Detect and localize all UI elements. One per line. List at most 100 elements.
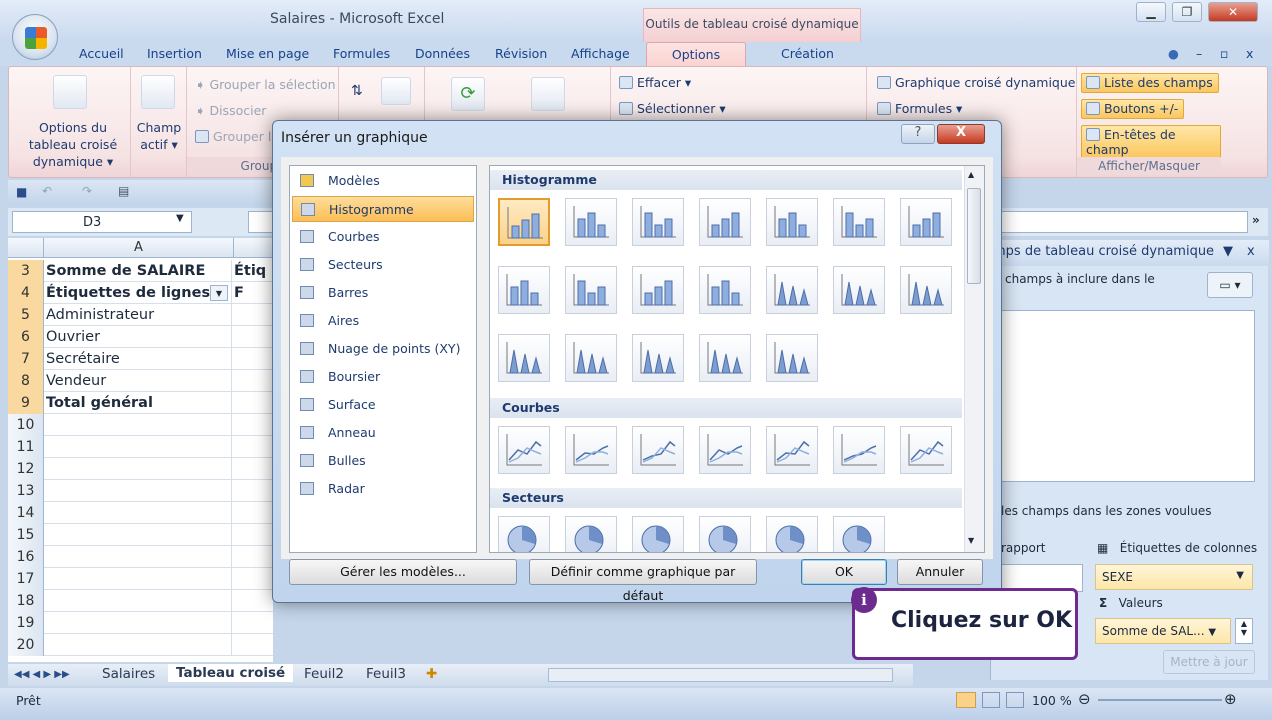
pane-menu-icon[interactable]: ▼ [1223, 244, 1233, 259]
chart-type-area[interactable]: Aires [292, 308, 474, 334]
column-chart-subtype-icon[interactable] [900, 266, 952, 314]
line-chart-subtype-icon[interactable] [699, 426, 751, 474]
column-chart-subtype-icon[interactable] [632, 198, 684, 246]
save-icon[interactable]: ■ [16, 185, 27, 199]
tab-formules[interactable]: Formules [333, 46, 390, 61]
column-chart-subtype-icon[interactable] [498, 334, 550, 382]
entetes-toggle[interactable]: En-têtes de champ [1081, 125, 1221, 160]
chart-type-doughnut[interactable]: Anneau [292, 420, 474, 446]
maximize-button[interactable]: ❐ [1172, 2, 1202, 22]
print-icon[interactable]: ▤ [118, 184, 129, 198]
chart-type-stock[interactable]: Boursier [292, 364, 474, 390]
gallery-scrollbar[interactable]: ▲ ▼ [964, 166, 984, 552]
field-somme-salaire[interactable]: Somme de SAL... ▼ [1095, 618, 1231, 644]
sort-asc-icon[interactable]: ⇅ [351, 83, 363, 99]
row-number[interactable]: 19 [8, 612, 44, 634]
tab-options[interactable]: Options [646, 42, 746, 66]
line-chart-subtype-icon[interactable] [632, 426, 684, 474]
column-chart-subtype-icon[interactable] [565, 198, 617, 246]
grouper-selection-button[interactable]: ➧ Grouper la sélection [195, 77, 336, 92]
tab-mise-en-page[interactable]: Mise en page [226, 46, 309, 61]
insert-sheet-icon[interactable]: ✚ [426, 666, 437, 682]
cell-a[interactable]: Vendeur [46, 370, 232, 392]
column-header-b[interactable] [234, 238, 273, 258]
row-number[interactable]: 15 [8, 524, 44, 546]
zoom-slider[interactable] [1098, 699, 1222, 701]
formules-button[interactable]: Formules ▾ [877, 101, 962, 116]
cell-a[interactable]: Étiquettes de lignes [46, 282, 232, 304]
tab-affichage[interactable]: Affichage [571, 46, 630, 61]
line-chart-subtype-icon[interactable] [833, 426, 885, 474]
ribbon-minimize-icon[interactable]: – [1196, 46, 1202, 61]
zoom-level[interactable]: 100 % [1032, 693, 1072, 708]
expand-formula-icon[interactable]: » [1252, 213, 1260, 227]
column-chart-subtype-icon[interactable] [632, 334, 684, 382]
chart-type-surface[interactable]: Surface [292, 392, 474, 418]
update-button[interactable]: Mettre à jour [1163, 650, 1255, 674]
manage-templates-button[interactable]: Gérer les modèles... [289, 559, 517, 585]
close-window-button[interactable]: ✕ [1208, 2, 1258, 22]
row-number[interactable]: 11 [8, 436, 44, 458]
row-number[interactable]: 5 [8, 304, 44, 326]
sheet-tab-feuil2[interactable]: Feuil2 [304, 666, 344, 682]
column-chart-subtype-icon[interactable] [766, 198, 818, 246]
cell-a[interactable] [46, 524, 232, 546]
cell-a[interactable] [46, 414, 232, 436]
row-number[interactable]: 16 [8, 546, 44, 568]
cell-b[interactable]: Étiq [234, 260, 266, 282]
filter-dropdown-icon[interactable]: ▼ [210, 285, 228, 301]
champ-actif-button[interactable]: Champ actif ▾ [135, 119, 183, 153]
tab-accueil[interactable]: Accueil [79, 46, 124, 61]
row-number[interactable]: 4 [8, 282, 44, 304]
horizontal-scrollbar[interactable] [548, 668, 893, 682]
dialog-help-button[interactable]: ? [901, 124, 935, 144]
pane-close-icon[interactable]: x [1247, 244, 1255, 259]
cancel-button[interactable]: Annuler [897, 559, 983, 585]
row-number[interactable]: 6 [8, 326, 44, 348]
sheet-tab-tableau-croise[interactable]: Tableau croisé [168, 664, 294, 682]
cell-a[interactable] [46, 634, 232, 656]
column-chart-subtype-icon[interactable] [565, 334, 617, 382]
line-chart-subtype-icon[interactable] [766, 426, 818, 474]
field-list[interactable] [1001, 310, 1255, 482]
column-chart-subtype-icon[interactable] [900, 198, 952, 246]
line-chart-subtype-icon[interactable] [900, 426, 952, 474]
worksheet-grid[interactable]: A 3 Somme de SALAIRE Étiq 4 Étiquettes de li… [8, 238, 273, 662]
cell-a[interactable]: Administrateur [46, 304, 232, 326]
chart-type-radar[interactable]: Radar [292, 476, 474, 502]
column-header-a[interactable]: A [44, 238, 234, 258]
line-chart-subtype-icon[interactable] [498, 426, 550, 474]
chart-type-bubble[interactable]: Bulles [292, 448, 474, 474]
sheet-tab-feuil3[interactable]: Feuil3 [366, 666, 406, 682]
tab-donnees[interactable]: Données [415, 46, 470, 61]
column-chart-subtype-icon[interactable] [498, 266, 550, 314]
minimize-button[interactable]: ▁ [1136, 2, 1166, 22]
column-chart-subtype-icon[interactable] [766, 334, 818, 382]
tab-revision[interactable]: Révision [495, 46, 547, 61]
column-chart-subtype-icon[interactable] [699, 266, 751, 314]
options-tableau-button[interactable]: Options du tableau croisé dynamique ▾ [15, 119, 131, 170]
page-break-icon[interactable] [1006, 692, 1024, 708]
column-chart-subtype-icon[interactable] [632, 266, 684, 314]
ribbon-restore-icon[interactable]: ▫ [1220, 46, 1228, 61]
cell-a[interactable] [46, 546, 232, 568]
cell-b[interactable]: F [234, 282, 244, 304]
page-layout-icon[interactable] [982, 692, 1000, 708]
cell-a[interactable] [46, 436, 232, 458]
pie-chart-subtype-icon[interactable] [766, 516, 818, 552]
row-number[interactable]: 18 [8, 590, 44, 612]
cell-a[interactable] [46, 480, 232, 502]
liste-champs-toggle[interactable]: Liste des champs [1081, 73, 1219, 93]
help-icon[interactable]: ● [1168, 46, 1179, 61]
column-chart-subtype-icon[interactable] [833, 266, 885, 314]
selectionner-button[interactable]: Sélectionner ▾ [619, 101, 726, 116]
values-scroll[interactable]: ▲ ▼ [1235, 618, 1253, 644]
row-number[interactable]: 8 [8, 370, 44, 392]
sheet-tab-salaires[interactable]: Salaires [102, 666, 155, 682]
column-chart-subtype-icon[interactable] [833, 198, 885, 246]
column-chart-subtype-icon[interactable] [565, 266, 617, 314]
cell-a[interactable]: Ouvrier [46, 326, 232, 348]
refresh-icon[interactable]: ⟳ [451, 77, 485, 111]
row-number[interactable]: 14 [8, 502, 44, 524]
row-number[interactable]: 20 [8, 634, 44, 656]
